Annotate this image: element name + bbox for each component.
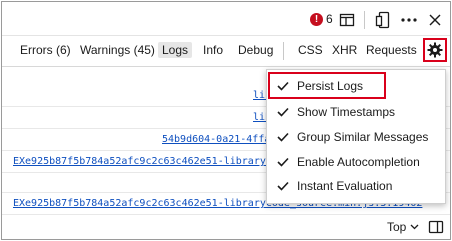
checkmark-icon	[277, 181, 293, 191]
tab-errors[interactable]: Errors (6)	[20, 43, 71, 57]
error-count: 6	[326, 12, 333, 26]
menu-item-label: Instant Evaluation	[297, 179, 393, 193]
menu-item-label: Enable Autocompletion	[297, 155, 420, 169]
checkmark-icon	[277, 157, 293, 167]
context-selector[interactable]: Top	[387, 220, 419, 234]
menu-item-show-timestamps[interactable]: Show Timestamps	[267, 100, 445, 124]
gear-icon	[427, 42, 443, 58]
device-emulation-icon[interactable]	[374, 11, 392, 29]
checkmark-icon	[277, 107, 293, 117]
console-settings-menu: Persist Logs Show Timestamps Group Simil…	[266, 69, 446, 204]
menu-item-enable-autocompletion[interactable]: Enable Autocompletion	[267, 150, 445, 174]
console-input-bar: Top	[2, 212, 450, 239]
menu-item-label: Show Timestamps	[297, 105, 396, 119]
dock-panel-icon[interactable]	[338, 11, 356, 29]
error-counter[interactable]: ! 6	[310, 12, 333, 26]
more-options-icon[interactable]	[400, 11, 418, 29]
tab-debug[interactable]: Debug	[238, 43, 273, 57]
menu-item-group-similar[interactable]: Group Similar Messages	[267, 125, 445, 149]
checkmark-icon	[277, 81, 293, 91]
filter-tab-bar: Errors (6) Warnings (45) Logs Info Debug…	[2, 35, 450, 67]
tab-info[interactable]: Info	[203, 43, 223, 57]
menu-item-label: Persist Logs	[297, 79, 364, 93]
devtools-console-window: ! 6 Errors (6) Warnings (45) Logs Info D…	[1, 1, 451, 240]
tab-css[interactable]: CSS	[298, 43, 323, 57]
menu-item-persist-logs[interactable]: Persist Logs	[267, 74, 445, 98]
context-label: Top	[387, 220, 407, 234]
close-icon[interactable]	[426, 11, 444, 29]
source-link[interactable]: EXe925b87f5b784a52afc9c2c63c462e51-libra…	[13, 156, 268, 167]
tab-xhr[interactable]: XHR	[332, 43, 357, 57]
source-link[interactable]: 54b9d604-0a21-4ffa	[162, 134, 270, 145]
top-toolbar: ! 6	[2, 2, 450, 36]
toolbar-divider	[364, 11, 365, 29]
tab-warnings[interactable]: Warnings (45)	[80, 43, 155, 57]
tab-divider	[283, 42, 284, 60]
checkmark-icon	[277, 132, 293, 142]
tab-logs[interactable]: Logs	[158, 42, 193, 58]
sidebar-toggle-icon[interactable]	[427, 218, 445, 236]
settings-button[interactable]	[423, 38, 447, 62]
tab-requests[interactable]: Requests	[366, 43, 417, 57]
chevron-down-icon	[410, 224, 419, 230]
error-circle-icon: !	[310, 12, 323, 26]
menu-item-label: Group Similar Messages	[297, 130, 429, 144]
menu-item-instant-evaluation[interactable]: Instant Evaluation	[267, 174, 445, 198]
